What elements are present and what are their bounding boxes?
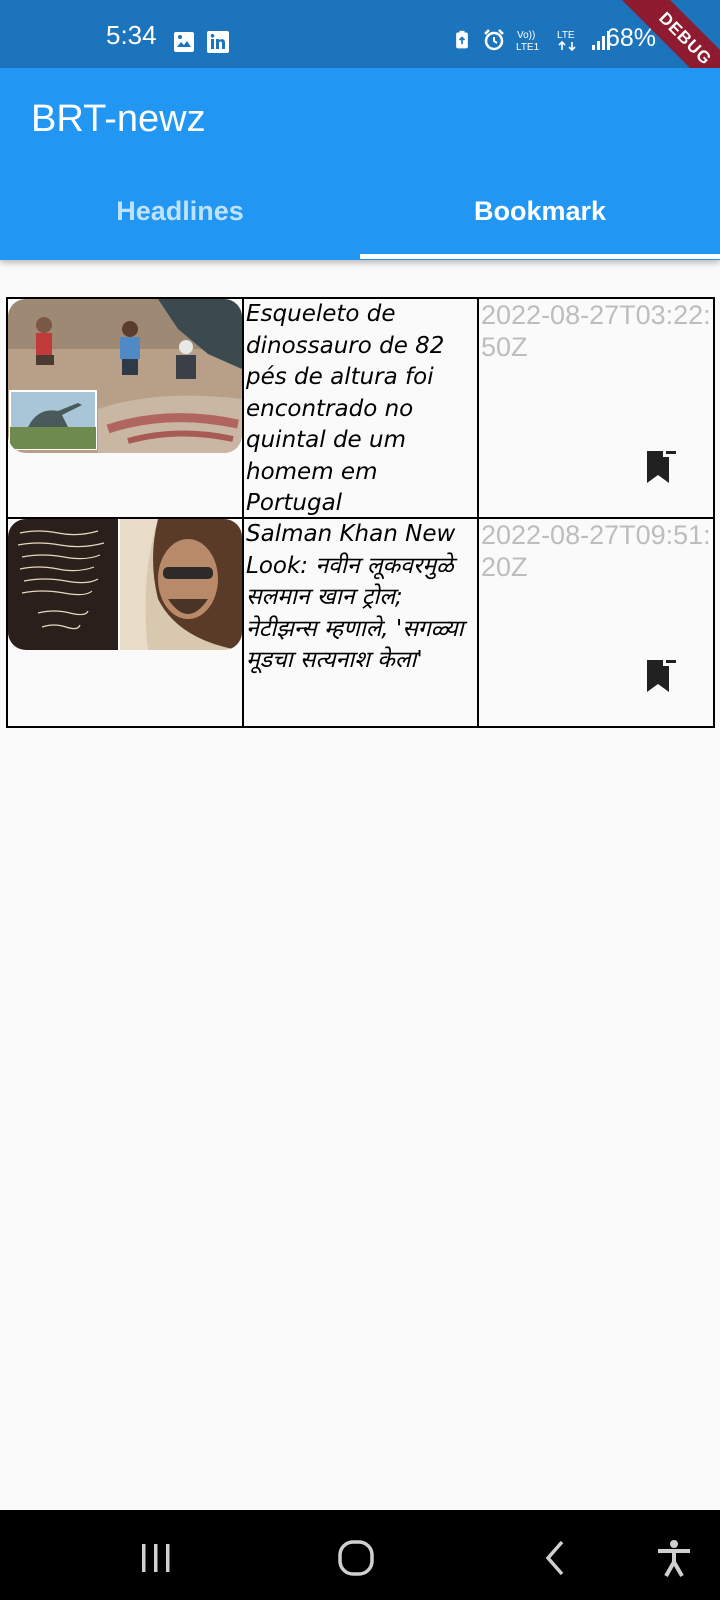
- accessibility-icon[interactable]: [654, 1538, 694, 1578]
- date-cell: 2022-08-27T03:22:50Z: [479, 299, 713, 517]
- news-thumbnail: [8, 519, 242, 650]
- battery-percentage: 68%: [606, 24, 657, 52]
- tab-bookmark[interactable]: Bookmark: [360, 196, 720, 260]
- svg-text:LTE: LTE: [557, 30, 575, 41]
- alarm-icon: [484, 29, 504, 51]
- title-cell: Salman Khan New Look: नवीन लूकवरमुळे सलम…: [244, 519, 479, 726]
- bookmark-remove-icon[interactable]: [645, 658, 677, 694]
- svg-text:LTE1: LTE1: [516, 42, 540, 52]
- tab-indicator: [360, 254, 720, 259]
- date-cell: 2022-08-27T09:51:20Z: [479, 519, 713, 726]
- system-icons: Vo)) LTE1 LTE: [452, 28, 614, 52]
- volte-icon: Vo)) LTE1: [516, 30, 540, 52]
- status-time: 5:34: [106, 20, 157, 50]
- status-bar: 5:34 Vo)) LTE1 LTE 68% DEBUG: [0, 0, 720, 105]
- navigation-bar: [0, 1510, 720, 1600]
- home-icon[interactable]: [336, 1538, 376, 1578]
- gallery-icon: [174, 32, 194, 52]
- bookmark-table: Esqueleto de dinossauro de 82 pés de alt…: [6, 297, 715, 728]
- bookmark-remove-icon[interactable]: [645, 449, 677, 485]
- linkedin-icon: [207, 31, 229, 53]
- app-bar: BRT-newz Headlines Bookmark: [0, 68, 720, 260]
- thumbnail-cell: [8, 299, 244, 517]
- lte-icon: LTE: [557, 30, 576, 52]
- news-date: 2022-08-27T03:22:50Z: [481, 300, 711, 362]
- title-cell: Esqueleto de dinossauro de 82 pés de alt…: [244, 299, 479, 517]
- recent-apps-icon[interactable]: [136, 1538, 176, 1578]
- tab-headlines[interactable]: Headlines: [0, 196, 360, 260]
- news-title: Esqueleto de dinossauro de 82 pés de alt…: [246, 301, 445, 516]
- news-date: 2022-08-27T09:51:20Z: [481, 520, 711, 582]
- thumbnail-cell: [8, 519, 244, 726]
- svg-text:Vo)): Vo)): [517, 30, 535, 41]
- battery-saver-icon: [456, 30, 468, 49]
- app-title: BRT-newz: [31, 98, 206, 140]
- news-thumbnail: [8, 299, 242, 453]
- back-icon[interactable]: [536, 1538, 576, 1578]
- notification-icons: [172, 30, 230, 54]
- news-title: Salman Khan New Look: नवीन लूकवरमुळे सलम…: [246, 521, 464, 673]
- table-row[interactable]: Esqueleto de dinossauro de 82 pés de alt…: [8, 299, 713, 519]
- table-row[interactable]: Salman Khan New Look: नवीन लूकवरमुळे सलम…: [8, 519, 713, 726]
